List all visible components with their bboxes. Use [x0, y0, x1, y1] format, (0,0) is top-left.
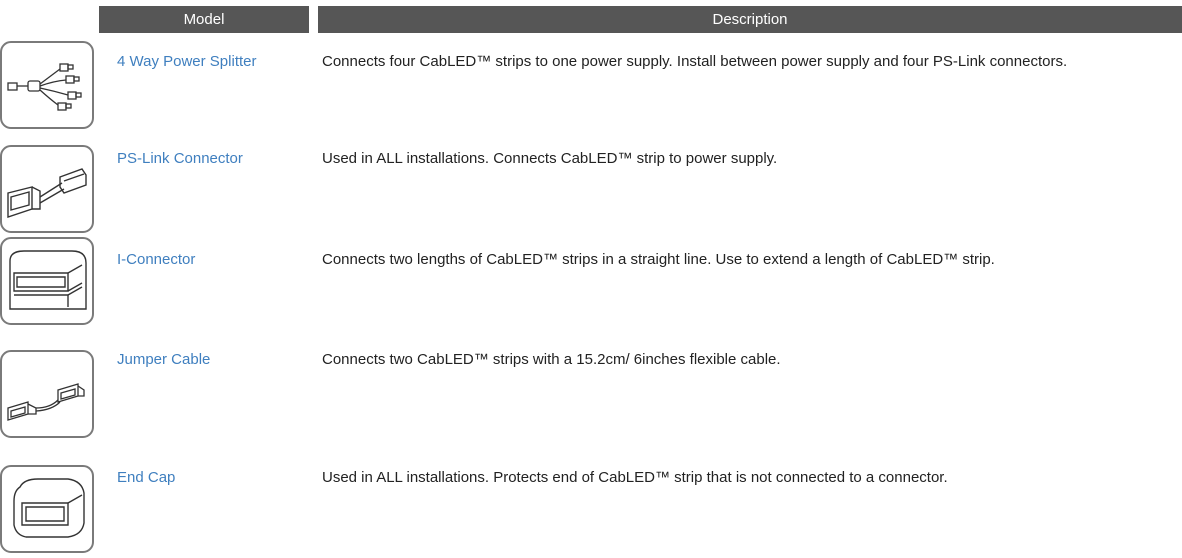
model-name: End Cap — [117, 469, 176, 486]
table-row: Jumper Cable Connects two CabLED™ strips… — [0, 350, 1182, 442]
model-name: 4 Way Power Splitter — [117, 53, 257, 70]
model-description: Used in ALL installations. Protects end … — [322, 469, 948, 486]
model-name: PS-Link Connector — [117, 150, 243, 167]
model-description: Connects two CabLED™ strips with a 15.2c… — [322, 351, 781, 368]
table-row: 4 Way Power Splitter Connects four CabLE… — [0, 41, 1182, 133]
product-thumbnail — [0, 145, 94, 233]
model-description: Used in ALL installations. Connects CabL… — [322, 150, 778, 167]
model-column-header: Model — [99, 6, 309, 33]
product-thumbnail — [0, 350, 94, 438]
power-splitter-icon — [7, 63, 82, 111]
model-description: Connects two lengths of CabLED™ strips i… — [322, 251, 995, 268]
model-description: Connects four CabLED™ strips to one powe… — [322, 53, 1068, 70]
jumper-cable-icon — [7, 383, 85, 421]
model-name: I-Connector — [117, 251, 196, 268]
i-connector-icon — [9, 250, 87, 310]
product-thumbnail — [0, 237, 94, 325]
table-row: End Cap Used in ALL installations. Prote… — [0, 465, 1182, 557]
product-thumbnail — [0, 41, 94, 129]
table-row: I-Connector Connects two lengths of CabL… — [0, 237, 1182, 329]
table-row: PS-Link Connector Used in ALL installati… — [0, 145, 1182, 237]
description-column-header: Description — [318, 6, 1182, 33]
end-cap-icon — [13, 478, 85, 538]
model-name: Jumper Cable — [117, 351, 211, 368]
product-thumbnail — [0, 465, 94, 553]
ps-link-connector-icon — [7, 168, 87, 218]
